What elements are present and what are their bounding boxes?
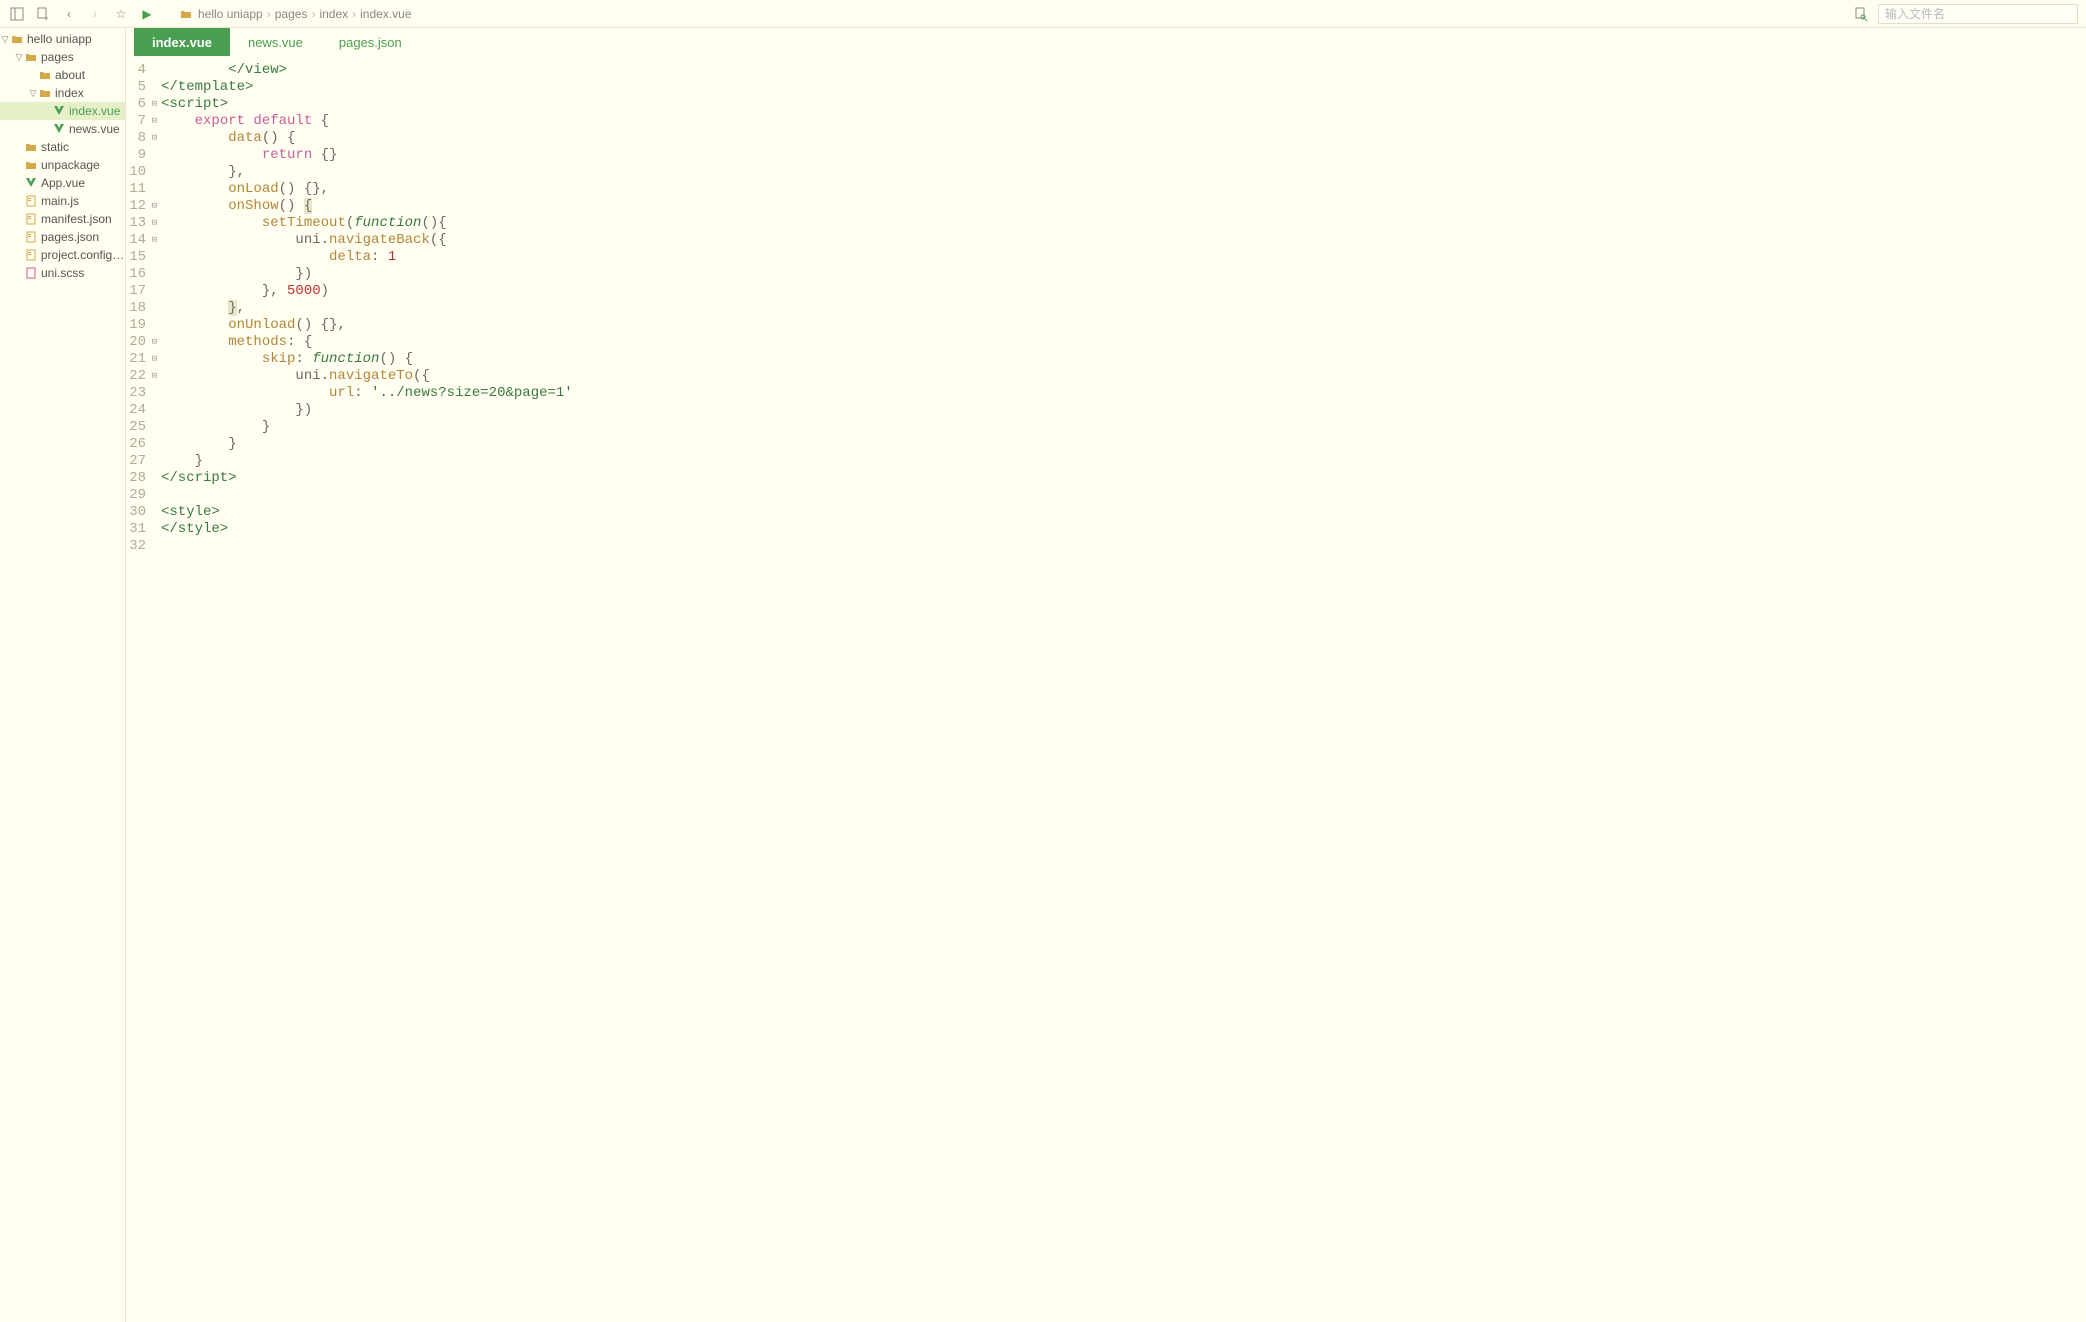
file-json-icon xyxy=(24,212,38,226)
search-file-icon[interactable] xyxy=(1852,5,1870,23)
tree-item-label: static xyxy=(41,140,69,154)
tree-item-label: project.config.... xyxy=(41,248,125,262)
folder-icon xyxy=(10,32,24,46)
tree-file[interactable]: main.js xyxy=(0,192,125,210)
tree-file[interactable]: index.vue xyxy=(0,102,125,120)
tree-file[interactable]: project.config.... xyxy=(0,246,125,264)
chevron-right-icon: › xyxy=(311,7,315,21)
folder-icon xyxy=(24,50,38,64)
chevron-right-icon: › xyxy=(267,7,271,21)
tree-file[interactable]: uni.scss xyxy=(0,264,125,282)
editor-tab[interactable]: pages.json xyxy=(321,28,420,56)
run-icon[interactable]: ▶ xyxy=(138,5,156,23)
file-json-icon xyxy=(24,230,38,244)
tree-folder[interactable]: ▽ index xyxy=(0,84,125,102)
tree-folder[interactable]: ▽ hello uniapp xyxy=(0,30,125,48)
folder-icon xyxy=(24,158,38,172)
chevron-icon[interactable]: ▽ xyxy=(28,88,38,99)
file-explorer: ▽hello uniapp▽pagesabout▽indexindex.vuen… xyxy=(0,28,126,1322)
breadcrumb-item[interactable]: index xyxy=(319,7,348,21)
folder-icon xyxy=(38,68,52,82)
back-icon[interactable]: ‹ xyxy=(60,5,78,23)
folder-icon xyxy=(180,7,194,21)
tree-file[interactable]: App.vue xyxy=(0,174,125,192)
breadcrumb-item[interactable]: hello uniapp xyxy=(198,7,263,21)
tree-folder[interactable]: ▽ pages xyxy=(0,48,125,66)
tree-item-label: pages.json xyxy=(41,230,99,244)
tree-item-label: uni.scss xyxy=(41,266,84,280)
toolbar: ‹ › ☆ ▶ hello uniapp › pages › index › i… xyxy=(0,0,2086,28)
star-icon[interactable]: ☆ xyxy=(112,5,130,23)
breadcrumb-item[interactable]: pages xyxy=(275,7,308,21)
code-content[interactable]: </view></template><script> export defaul… xyxy=(161,56,573,1322)
editor-tabs: index.vuenews.vuepages.json xyxy=(126,28,2086,56)
tree-item-label: index.vue xyxy=(69,104,120,118)
tree-item-label: main.js xyxy=(41,194,79,208)
tree-item-label: about xyxy=(55,68,85,82)
breadcrumb: hello uniapp › pages › index › index.vue xyxy=(180,7,412,21)
file-js-icon xyxy=(24,194,38,208)
panel-toggle-icon[interactable] xyxy=(8,5,26,23)
file-scss-icon xyxy=(24,266,38,280)
tree-file[interactable]: pages.json xyxy=(0,228,125,246)
file-vue-icon xyxy=(52,122,66,136)
folder-icon xyxy=(24,140,38,154)
tree-folder[interactable]: about xyxy=(0,66,125,84)
code-editor[interactable]: 456⊟7⊟8⊟9101112⊟13⊟14⊟151617181920⊟21⊟22… xyxy=(126,56,2086,1322)
editor-tab[interactable]: index.vue xyxy=(134,28,230,56)
new-file-icon[interactable] xyxy=(34,5,52,23)
folder-icon xyxy=(38,86,52,100)
tree-item-label: news.vue xyxy=(69,122,120,136)
breadcrumb-item[interactable]: index.vue xyxy=(360,7,411,21)
line-gutter: 456⊟7⊟8⊟9101112⊟13⊟14⊟151617181920⊟21⊟22… xyxy=(126,56,161,1322)
file-vue-icon xyxy=(52,104,66,118)
file-vue-icon xyxy=(24,176,38,190)
chevron-icon[interactable]: ▽ xyxy=(14,52,24,63)
tree-item-label: manifest.json xyxy=(41,212,112,226)
tree-folder[interactable]: unpackage xyxy=(0,156,125,174)
file-json-icon xyxy=(24,248,38,262)
tree-item-label: index xyxy=(55,86,84,100)
tree-item-label: App.vue xyxy=(41,176,85,190)
tree-item-label: pages xyxy=(41,50,74,64)
chevron-right-icon: › xyxy=(352,7,356,21)
tree-folder[interactable]: static xyxy=(0,138,125,156)
editor-tab[interactable]: news.vue xyxy=(230,28,321,56)
tree-file[interactable]: news.vue xyxy=(0,120,125,138)
tree-file[interactable]: manifest.json xyxy=(0,210,125,228)
forward-icon[interactable]: › xyxy=(86,5,104,23)
file-search-input[interactable] xyxy=(1878,4,2078,24)
tree-item-label: hello uniapp xyxy=(27,32,92,46)
tree-item-label: unpackage xyxy=(41,158,100,172)
chevron-icon[interactable]: ▽ xyxy=(0,34,10,45)
